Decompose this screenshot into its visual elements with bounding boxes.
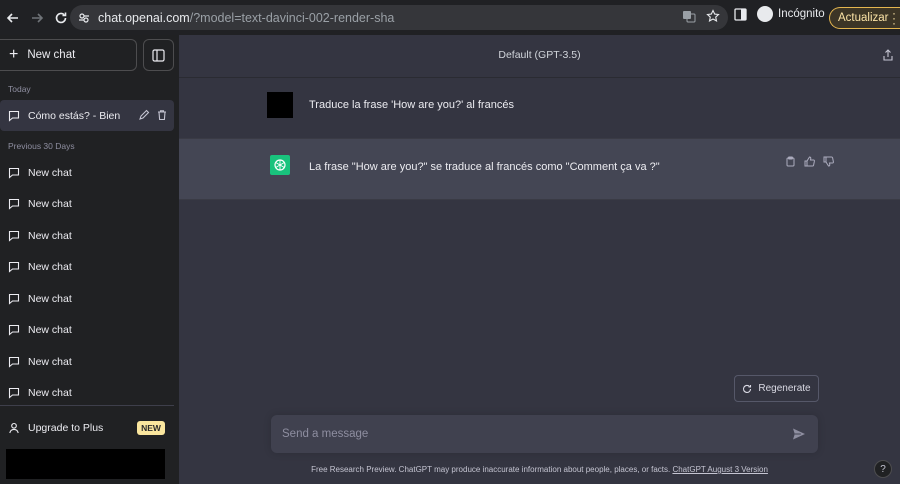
user-message-row: Traduce la frase 'How are you?' al franc… (179, 78, 900, 138)
chat-main: Default (GPT-3.5) Traduce la frase 'How … (179, 35, 900, 484)
new-badge: NEW (137, 421, 165, 435)
chat-item-title: New chat (28, 229, 72, 242)
new-chat-label: New chat (27, 49, 76, 61)
upgrade-to-plus-button[interactable]: Upgrade to Plus NEW (0, 413, 174, 443)
thumbs-up-icon[interactable] (804, 156, 815, 167)
url-host: chat.openai.com (98, 10, 190, 25)
message-input[interactable] (271, 415, 771, 453)
version-link[interactable]: ChatGPT August 3 Version (672, 465, 767, 474)
chat-item-title: New chat (28, 323, 72, 336)
chat-bubble-icon (8, 198, 20, 210)
chat-item[interactable]: New chat (0, 251, 174, 282)
chat-item[interactable]: New chat (0, 377, 174, 408)
chat-bubble-icon (8, 167, 20, 179)
chat-item[interactable]: New chat (0, 188, 174, 219)
section-today: Today (8, 84, 31, 94)
reload-button[interactable] (50, 7, 72, 29)
bookmark-star-icon[interactable] (706, 9, 720, 23)
incognito-label: Incógnito (778, 8, 825, 20)
chat-bubble-icon (8, 293, 20, 305)
assistant-message-text: La frase "How are you?" se traduce al fr… (309, 161, 660, 173)
footer-text: Free Research Preview. ChatGPT may produ… (311, 465, 673, 474)
edit-icon[interactable] (138, 109, 150, 121)
chat-item-title: New chat (28, 166, 72, 179)
send-icon[interactable] (792, 427, 806, 441)
plus-icon: + (9, 46, 19, 63)
assistant-message-row: La frase "How are you?" se traduce al fr… (179, 138, 900, 200)
model-title: Default (GPT-3.5) (498, 49, 581, 61)
sidebar-toggle-icon (152, 48, 165, 62)
sidebar: + New chat Today Cómo estás? - Bien Prev… (0, 35, 179, 484)
chat-item-title: Cómo estás? - Bien (28, 109, 121, 122)
message-composer (271, 415, 818, 453)
browser-toolbar: chat.openai.com/?model=text-davinci-002-… (0, 0, 900, 35)
chat-item-title: New chat (28, 260, 72, 273)
reload-icon (55, 12, 67, 23)
user-account-redacted[interactable] (6, 449, 165, 479)
site-info-icon (79, 12, 89, 23)
chat-item[interactable]: New chat (0, 314, 174, 345)
arrow-left-icon (6, 12, 18, 23)
chat-bubble-icon (8, 387, 20, 399)
regenerate-button[interactable]: Regenerate (734, 375, 819, 402)
chat-bubble-icon (8, 356, 20, 368)
section-previous: Previous 30 Days (8, 141, 75, 151)
chat-item-active[interactable]: Cómo estás? - Bien (0, 100, 174, 131)
forward-button[interactable] (26, 7, 48, 29)
chat-item-title: New chat (28, 292, 72, 305)
back-button[interactable] (2, 7, 24, 29)
user-avatar (267, 92, 293, 118)
chat-item[interactable]: New chat (0, 220, 174, 251)
share-icon[interactable] (882, 49, 894, 61)
openai-logo-icon (270, 155, 290, 175)
translate-icon[interactable] (682, 9, 696, 23)
url-text: chat.openai.com/?model=text-davinci-002-… (98, 11, 394, 25)
chat-bubble-icon (8, 230, 20, 242)
address-bar[interactable]: chat.openai.com/?model=text-davinci-002-… (70, 5, 728, 30)
copy-icon[interactable] (785, 156, 796, 167)
chat-item-title: New chat (28, 355, 72, 368)
chat-bubble-icon (8, 324, 20, 336)
footer-disclaimer: Free Research Preview. ChatGPT may produ… (179, 465, 900, 474)
refresh-icon (743, 384, 752, 393)
incognito-profile[interactable]: Incógnito (757, 6, 825, 22)
side-panel-icon[interactable] (734, 7, 747, 21)
incognito-icon (757, 6, 773, 22)
chat-bubble-icon (8, 261, 20, 273)
new-chat-button[interactable]: + New chat (0, 39, 137, 71)
chat-item[interactable]: New chat (0, 157, 174, 188)
update-button[interactable]: Actualizar · · · (829, 7, 900, 29)
help-button[interactable]: ? (874, 460, 892, 478)
more-vert-icon[interactable]: · · · (892, 7, 896, 29)
upgrade-label: Upgrade to Plus (28, 422, 104, 434)
user-icon (9, 422, 19, 434)
arrow-right-icon (32, 12, 44, 23)
chat-bubble-icon (8, 110, 20, 122)
regenerate-label: Regenerate (758, 383, 811, 394)
thumbs-down-icon[interactable] (823, 156, 834, 167)
trash-icon[interactable] (156, 109, 168, 121)
chat-item-title: New chat (28, 386, 72, 399)
url-path: /?model=text-davinci-002-render-sha (189, 10, 395, 25)
update-label: Actualizar (838, 12, 889, 24)
chat-item-title: New chat (28, 197, 72, 210)
sidebar-divider (0, 405, 174, 406)
chat-item[interactable]: New chat (0, 283, 174, 314)
user-message-text: Traduce la frase 'How are you?' al franc… (309, 99, 514, 111)
toggle-sidebar-button[interactable] (143, 39, 174, 71)
chat-item[interactable]: New chat (0, 346, 174, 377)
